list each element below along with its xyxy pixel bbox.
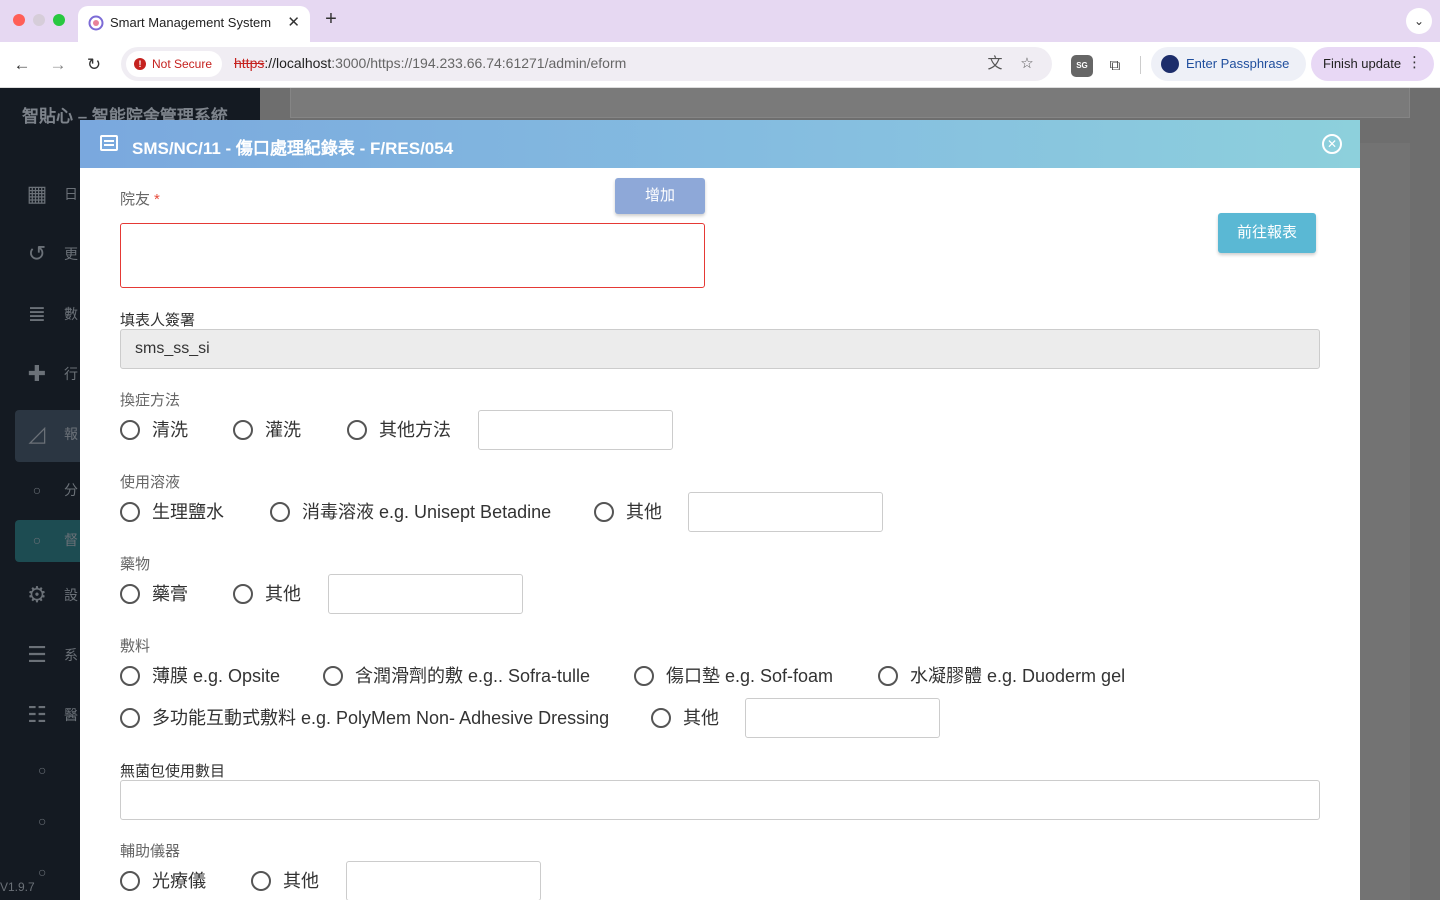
browser-toolbar: ← → ↻ ! Not Secure https://localhost:300… [0,42,1440,88]
add-resident-button[interactable]: 增加 [615,178,705,214]
browser-tab-bar: Smart Management System ✕ + ⌄ [0,0,1440,42]
resident-selection-box[interactable] [120,223,705,288]
other-device-input[interactable] [346,861,541,900]
radio-circle [251,871,271,891]
radio-circle [878,666,898,686]
close-icon[interactable]: ✕ [1322,134,1342,154]
circle-icon: ○ [38,864,47,880]
chart-icon: ◿ [28,421,46,446]
reload-icon[interactable]: ↻ [81,52,107,78]
dressing-label: 敷料 [120,638,151,655]
sterile-pack-label: 無菌包使用數目 [120,763,226,780]
address-bar[interactable]: ! Not Secure https://localhost:3000/http… [121,47,1052,81]
modal-title: SMS/NC/11 - 傷口處理紀錄表 - F/RES/054 [132,139,454,158]
translate-icon[interactable]: 文 [985,54,1005,74]
window-minimize-button[interactable] [33,14,45,26]
radio-circle [634,666,654,686]
more-menu-icon: ⋮ [1407,54,1422,71]
tab-search-dropdown-icon[interactable]: ⌄ [1406,8,1432,34]
modal-header: SMS/NC/11 - 傷口處理紀錄表 - F/RES/054 ✕ [80,120,1360,168]
sterile-pack-count-input[interactable] [120,780,1320,820]
browser-tab[interactable]: Smart Management System ✕ [78,6,310,42]
other-medication-input[interactable] [328,574,523,614]
resident-label: 院友 * [120,191,160,208]
bookmark-star-icon[interactable]: ☆ [1017,54,1037,74]
medical-kit-icon: ✚ [27,361,47,386]
enter-passphrase-button[interactable]: Enter Passphrase [1151,47,1306,81]
gear-icon: ⚙ [27,582,47,607]
sliders-icon: ☰ [27,642,47,667]
forward-arrow-icon[interactable]: → [45,52,71,78]
radio-circle [594,502,614,522]
tab-close-icon[interactable]: ✕ [287,13,300,31]
form-icon [100,135,118,151]
radio-circle [120,708,140,728]
toolbar-divider [1140,56,1141,74]
history-icon: ↺ [27,241,47,266]
medication-label: 藥物 [120,556,151,573]
app-version: V1.9.7 [0,880,35,894]
window-zoom-button[interactable] [53,14,65,26]
radio-circle [233,420,253,440]
security-indicator[interactable]: ! Not Secure [126,51,223,77]
app-logo-icon [88,15,104,31]
finish-update-button[interactable]: Finish update ⋮ [1311,47,1434,81]
tab-title: Smart Management System [110,15,272,30]
signature-field[interactable]: sms_ss_si [120,329,1320,369]
circle-icon: ○ [32,532,42,548]
radio-circle [120,502,140,522]
background-panel [1360,143,1410,900]
security-label: Not Secure [152,57,213,71]
circle-icon: ○ [38,813,47,829]
eform-modal: SMS/NC/11 - 傷口處理紀錄表 - F/RES/054 ✕ 院友 * 增加… [80,120,1360,900]
radio-circle [233,584,253,604]
required-mark: * [154,191,160,208]
go-to-report-button[interactable]: 前往報表 [1218,213,1316,253]
other-method-input[interactable] [478,410,673,450]
circle-icon: ○ [32,482,42,498]
radio-circle [120,584,140,604]
dressing-method-label: 換症方法 [120,392,181,409]
list-icon: ☷ [27,702,47,727]
calendar-icon: ▦ [26,181,48,206]
radio-circle [323,666,343,686]
radio-circle [270,502,290,522]
database-icon: ≣ [27,301,47,326]
extension-sg-icon[interactable]: SG [1071,55,1093,77]
device-label: 輔助儀器 [120,843,181,860]
url-text[interactable]: https://localhost:3000/https://194.233.6… [234,55,626,71]
circle-icon: ○ [38,762,47,778]
background-card [290,88,1410,118]
radio-circle [120,666,140,686]
other-solution-input[interactable] [688,492,883,532]
warning-icon: ! [134,58,146,70]
other-dressing-input[interactable] [745,698,940,738]
window-close-button[interactable] [13,14,25,26]
extensions-puzzle-icon[interactable]: ⧉ [1104,55,1126,77]
solution-label: 使用溶液 [120,474,181,491]
back-arrow-icon[interactable]: ← [9,52,35,78]
profile-avatar-icon [1161,55,1179,73]
radio-circle [120,420,140,440]
new-tab-button[interactable]: + [320,8,342,31]
radio-circle [347,420,367,440]
radio-circle [651,708,671,728]
radio-circle [120,871,140,891]
signature-label: 填表人簽署 [120,312,196,329]
